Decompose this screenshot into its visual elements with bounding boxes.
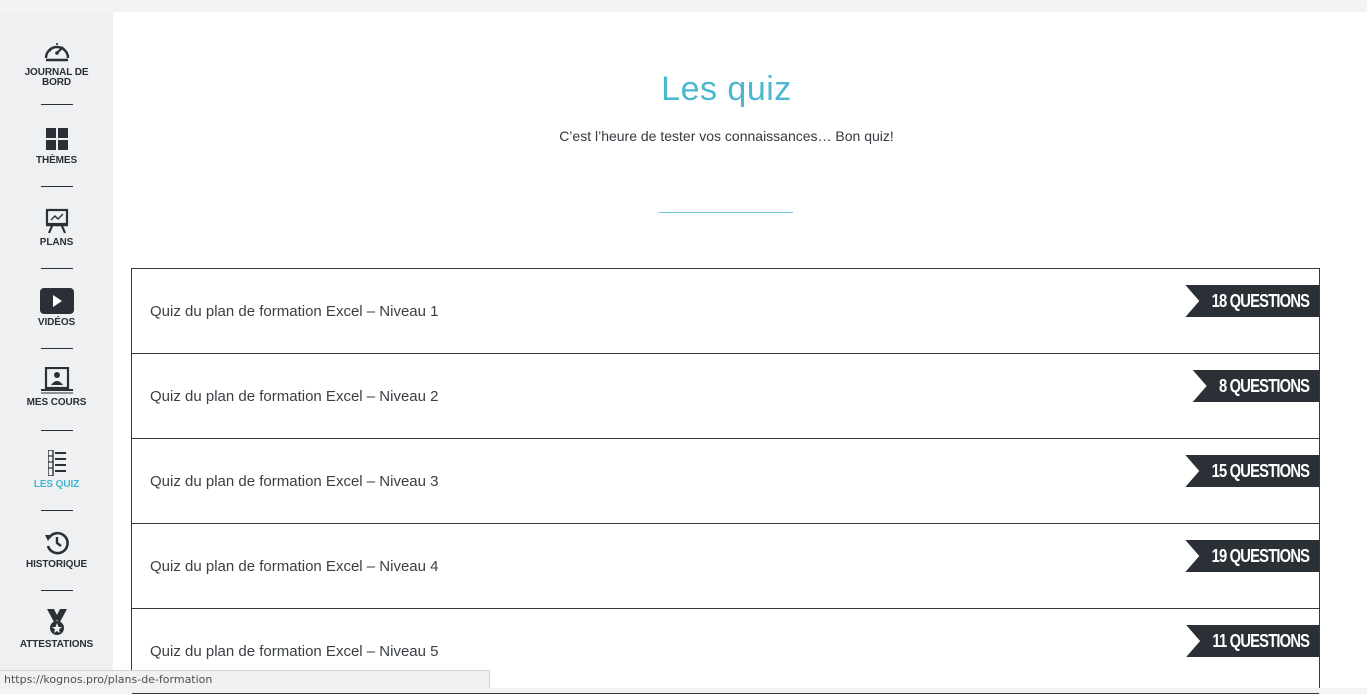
- quiz-name[interactable]: Quiz du plan de formation Excel – Niveau…: [150, 643, 439, 660]
- quiz-name[interactable]: Quiz du plan de formation Excel – Niveau…: [150, 473, 439, 490]
- title-divider: [659, 212, 793, 213]
- question-count-badge: 15 QUESTIONS: [1185, 455, 1319, 487]
- sidebar-item-label: MES COURS: [26, 397, 87, 408]
- page-title: Les quiz: [661, 70, 792, 108]
- quiz-name[interactable]: Quiz du plan de formation Excel – Niveau…: [150, 558, 439, 575]
- sidebar-item-attestations[interactable]: ATTESTATIONS: [0, 606, 113, 650]
- browser-status-url: https://kognos.pro/plans-de-formation: [0, 670, 490, 688]
- sidebar-item-label: ATTESTATIONS: [19, 639, 94, 650]
- main-content: Les quiz C’est l’heure de tester vos con…: [113, 12, 1367, 694]
- sidebar: JOURNAL DE BORD THÈMES PLANS VIDÉOS MES …: [0, 12, 113, 688]
- top-band: [0, 0, 1367, 12]
- sidebar-divider: [41, 104, 73, 105]
- quiz-row-niveau-1[interactable]: Quiz du plan de formation Excel – Niveau…: [132, 269, 1319, 354]
- quiz-list: Quiz du plan de formation Excel – Niveau…: [131, 268, 1320, 694]
- play-video-icon: [37, 284, 77, 318]
- sidebar-item-historique[interactable]: HISTORIQUE: [0, 526, 113, 570]
- sidebar-item-videos[interactable]: VIDÉOS: [0, 284, 113, 328]
- question-count-badge: 18 QUESTIONS: [1185, 285, 1319, 317]
- sidebar-divider: [41, 590, 73, 591]
- sidebar-divider: [41, 510, 73, 511]
- sidebar-divider: [41, 430, 73, 431]
- medal-icon: [37, 606, 77, 640]
- sidebar-item-label: JOURNAL DE BORD: [24, 67, 89, 88]
- sidebar-item-label: VIDÉOS: [37, 317, 76, 328]
- grid-icon: [37, 122, 77, 156]
- sidebar-item-journal-de-bord[interactable]: JOURNAL DE BORD: [0, 34, 113, 88]
- history-clock-icon: [37, 526, 77, 560]
- user-screen-icon: [37, 364, 77, 398]
- question-count-badge: 19 QUESTIONS: [1185, 540, 1319, 572]
- question-count-badge: 11 QUESTIONS: [1186, 625, 1319, 657]
- sidebar-item-label: PLANS: [39, 237, 74, 248]
- sidebar-divider: [41, 186, 73, 187]
- quiz-row-niveau-2[interactable]: Quiz du plan de formation Excel – Niveau…: [132, 354, 1319, 439]
- dashboard-gauge-icon: [37, 34, 77, 68]
- sidebar-item-themes[interactable]: THÈMES: [0, 122, 113, 166]
- quiz-name[interactable]: Quiz du plan de formation Excel – Niveau…: [150, 388, 439, 405]
- sidebar-item-plans[interactable]: PLANS: [0, 204, 113, 248]
- sidebar-item-label: THÈMES: [35, 155, 78, 166]
- quiz-row-niveau-4[interactable]: Quiz du plan de formation Excel – Niveau…: [132, 524, 1319, 609]
- page-subtitle: C’est l’heure de tester vos connaissance…: [559, 128, 894, 144]
- presentation-board-icon: [37, 204, 77, 238]
- quiz-row-niveau-3[interactable]: Quiz du plan de formation Excel – Niveau…: [132, 439, 1319, 524]
- sidebar-item-mes-cours[interactable]: MES COURS: [0, 364, 113, 408]
- sidebar-item-les-quiz[interactable]: LES QUIZ: [0, 446, 113, 490]
- list-icon: [37, 446, 77, 480]
- sidebar-item-label: HISTORIQUE: [25, 559, 88, 570]
- sidebar-divider: [41, 268, 73, 269]
- question-count-badge: 8 QUESTIONS: [1192, 370, 1319, 402]
- quiz-name[interactable]: Quiz du plan de formation Excel – Niveau…: [150, 303, 439, 320]
- sidebar-item-label: LES QUIZ: [33, 479, 80, 490]
- sidebar-divider: [41, 348, 73, 349]
